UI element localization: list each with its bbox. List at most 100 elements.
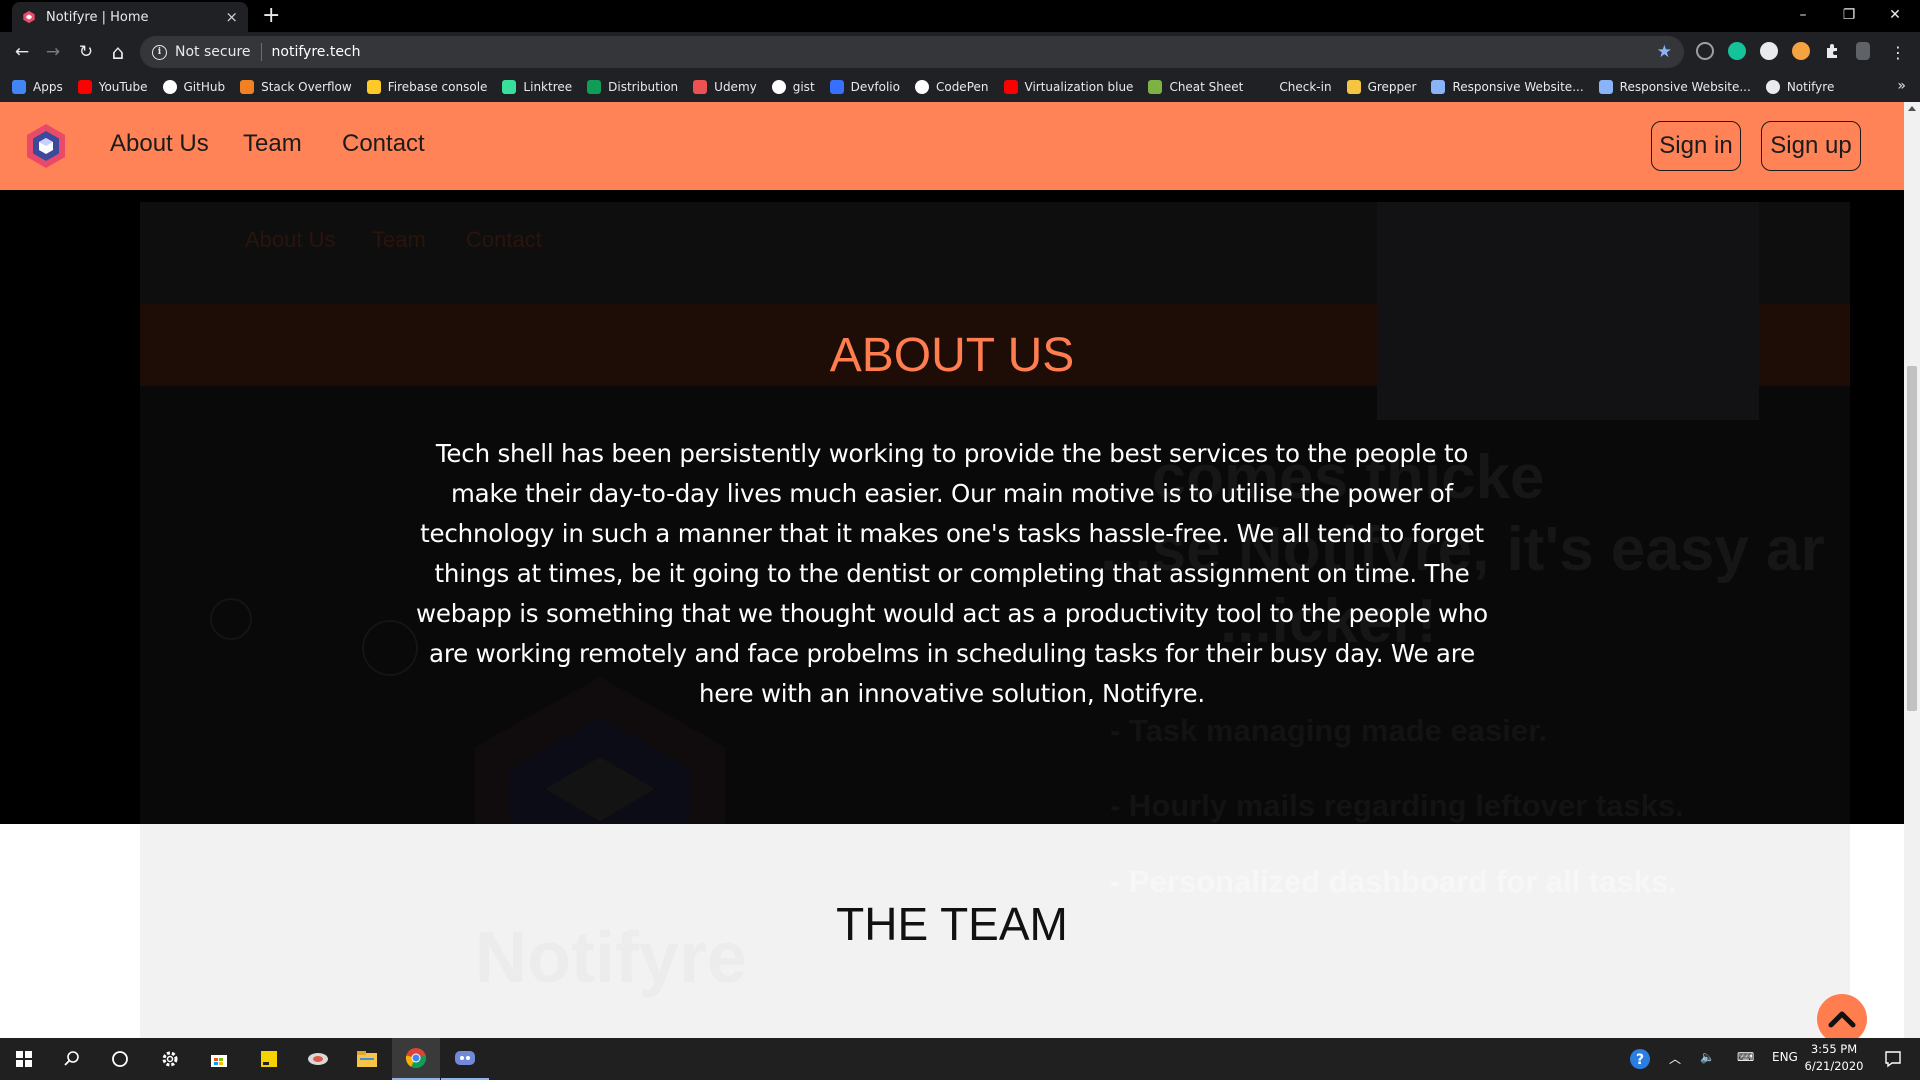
volume-icon[interactable]: 🔈 [1700, 1050, 1715, 1064]
bookmark-label: Grepper [1367, 80, 1417, 94]
search-icon[interactable] [48, 1038, 96, 1080]
browser-tab-active[interactable]: Notifyre | Home × [12, 2, 248, 32]
clock-date: 6/21/2020 [1804, 1059, 1864, 1073]
extension-github-icon[interactable] [1696, 42, 1714, 60]
nav-link-team[interactable]: Team [243, 130, 302, 158]
windows-taskbar: ? ︿ 🔈 ⌨ ENG 3:55 PM 6/21/2020 [0, 1038, 1920, 1080]
bookmark-item[interactable]: Firebase console [366, 80, 487, 94]
bookmark-label: Devfolio [850, 80, 900, 94]
info-icon[interactable]: i [152, 44, 167, 60]
bookmark-star-icon[interactable]: ★ [1657, 42, 1672, 62]
tray-chevron-up-icon[interactable]: ︿ [1669, 1050, 1681, 1067]
nav-link-contact[interactable]: Contact [342, 130, 425, 158]
bookmark-label: Cheat Sheet [1169, 80, 1244, 94]
extension-compass-icon[interactable] [1760, 42, 1778, 60]
bookmark-item[interactable]: Cheat Sheet [1148, 80, 1243, 94]
about-us-heading: ABOUT US [829, 329, 1075, 382]
address-bar[interactable]: i Not secure notifyre.tech ★ [140, 36, 1684, 68]
bookmark-item[interactable]: Udemy [693, 80, 757, 94]
page-scrollbar[interactable] [1904, 102, 1920, 1038]
bookmarks-overflow-icon[interactable]: » [1897, 78, 1906, 94]
bookmark-label: YouTube [98, 80, 148, 94]
notification-center-icon[interactable] [1872, 1038, 1914, 1080]
omnibox-divider [260, 43, 262, 61]
chevron-up-icon [1828, 1011, 1856, 1028]
microsoft-store-icon[interactable] [195, 1038, 243, 1080]
background-feature-item: - Hourly mails regarding leftover tasks. [1110, 788, 1684, 823]
bookmark-label: Responsive Website... [1619, 80, 1751, 94]
bookmark-label: Udemy [714, 80, 757, 94]
browser-tab-strip: Notifyre | Home × + – ❐ ✕ [0, 0, 1920, 32]
bookmark-item[interactable]: Linktree [502, 80, 572, 94]
bookmark-label: Responsive Website... [1452, 80, 1584, 94]
url-text[interactable]: notifyre.tech [272, 44, 361, 60]
bookmark-item[interactable]: Devfolio [829, 80, 900, 94]
windows-start-icon[interactable] [0, 1038, 48, 1080]
chrome-menu-icon[interactable]: ⋮ [1886, 40, 1910, 64]
stackoverflow-icon [240, 80, 255, 94]
bookmark-label: Apps [33, 80, 63, 94]
back-icon[interactable]: ← [10, 40, 34, 64]
bookmark-label: GitHub [183, 80, 226, 94]
bookmark-item[interactable]: GitHub [162, 80, 226, 94]
bookmark-item[interactable]: gist [771, 80, 815, 94]
minimize-button[interactable]: – [1780, 0, 1826, 30]
bookmark-label: Stack Overflow [261, 80, 352, 94]
close-window-button[interactable]: ✕ [1872, 0, 1918, 30]
bookmark-item[interactable]: CodePen [914, 80, 989, 94]
bookmark-item[interactable]: Responsive Website... [1598, 80, 1751, 94]
bookmark-item[interactable]: Grepper [1346, 80, 1417, 94]
bookmark-item[interactable]: YouTube [77, 80, 148, 94]
play-icon [1431, 80, 1446, 94]
reload-icon[interactable]: ↻ [74, 40, 98, 64]
settings-gear-icon[interactable] [146, 1038, 194, 1080]
svg-text:?: ? [1636, 1052, 1644, 1068]
snip-sketch-icon[interactable] [294, 1038, 342, 1080]
scrollbar-thumb[interactable] [1907, 366, 1917, 711]
help-icon[interactable]: ? [1620, 1038, 1660, 1080]
cortana-icon[interactable] [96, 1038, 144, 1080]
notifyre-logo-icon[interactable] [22, 122, 70, 170]
chrome-taskbar-icon[interactable] [392, 1038, 440, 1080]
checkin-icon [1258, 80, 1273, 94]
github-icon [162, 80, 177, 94]
forward-icon[interactable]: → [41, 40, 65, 64]
file-explorer-icon[interactable] [343, 1038, 391, 1080]
background-feature-item: - Personalized dashboard for all tasks. [1110, 864, 1677, 899]
globe-icon [1765, 80, 1780, 94]
bookmark-item[interactable]: Stack Overflow [240, 80, 352, 94]
bookmark-item[interactable]: Check-in [1258, 80, 1332, 94]
browser-toolbar: ← → ↻ ⌂ i Not secure notifyre.tech ★ ⋮ [0, 32, 1920, 72]
devfolio-icon [829, 80, 844, 94]
bookmark-item[interactable]: Virtualization blue [1003, 80, 1133, 94]
bookmark-item[interactable]: Notifyre [1765, 80, 1834, 94]
profile-avatar[interactable] [1856, 42, 1870, 60]
sign-up-button[interactable]: Sign up [1761, 121, 1861, 171]
linktree-icon [502, 80, 517, 94]
nav-link-about-us[interactable]: About Us [110, 130, 209, 158]
security-label[interactable]: Not secure [175, 44, 251, 60]
restore-button[interactable]: ❐ [1826, 0, 1872, 30]
bookmark-item[interactable]: Apps [12, 80, 63, 94]
home-icon[interactable]: ⌂ [106, 40, 130, 64]
bookmark-label: Distribution [608, 80, 679, 94]
background-nav-link: Contact [466, 227, 542, 252]
extensions-puzzle-icon[interactable] [1824, 42, 1842, 60]
keyboard-icon[interactable]: ⌨ [1737, 1050, 1754, 1064]
new-tab-button[interactable]: + [262, 3, 280, 28]
extension-grammarly-icon[interactable] [1728, 42, 1746, 60]
sign-in-button[interactable]: Sign in [1651, 121, 1741, 171]
bookmark-item[interactable]: Responsive Website... [1431, 80, 1584, 94]
sticky-notes-icon[interactable] [245, 1038, 293, 1080]
page-viewport: About Us Team Contact ...comes thicke ..… [0, 102, 1904, 1038]
bookmark-item[interactable]: Distribution [587, 80, 678, 94]
notifyre-favicon-icon [23, 10, 35, 24]
bookmark-label: gist [792, 80, 815, 94]
scroll-up-arrow-icon[interactable] [1908, 106, 1916, 111]
tab-close-icon[interactable]: × [225, 8, 238, 26]
scroll-to-top-button[interactable] [1817, 994, 1867, 1038]
bookmarks-bar: Apps YouTube GitHub Stack Overflow Firebase … [0, 72, 1920, 102]
discord-icon[interactable] [441, 1038, 489, 1080]
extension-colorpicker-icon[interactable] [1792, 42, 1810, 60]
system-clock[interactable]: 3:55 PM 6/21/2020 [1794, 1041, 1874, 1075]
